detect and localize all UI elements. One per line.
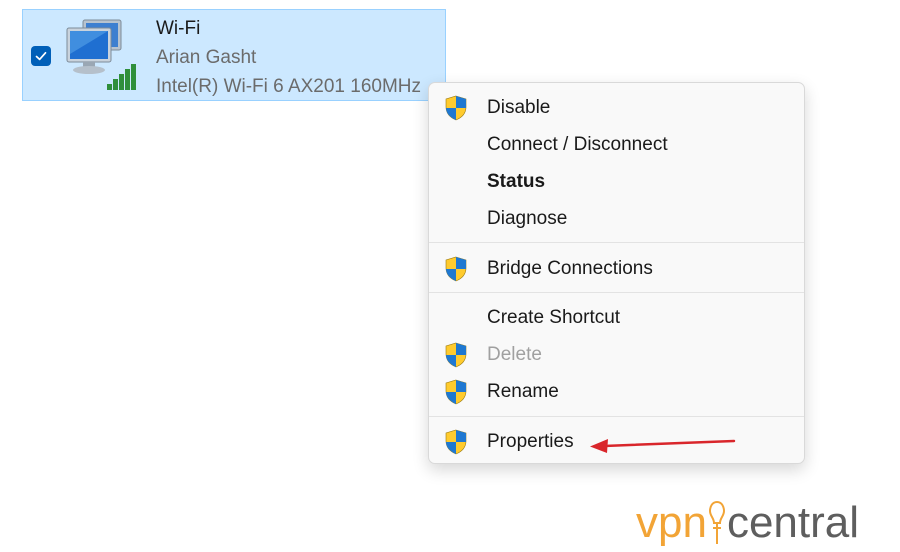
menu-item-label: Rename	[487, 381, 559, 402]
menu-item-create-shortcut[interactable]: Create Shortcut	[429, 300, 804, 336]
menu-item-label: Bridge Connections	[487, 258, 653, 279]
menu-item-label: Connect / Disconnect	[487, 134, 668, 155]
uac-shield-icon	[445, 379, 467, 405]
menu-item-status[interactable]: Status	[429, 164, 804, 200]
menu-item-label: Delete	[487, 344, 542, 365]
menu-item-disable[interactable]: Disable	[429, 90, 804, 126]
menu-item-label: Diagnose	[487, 208, 568, 229]
menu-separator	[429, 416, 804, 417]
menu-item-label: Properties	[487, 431, 574, 452]
menu-item-bridge-connections[interactable]: Bridge Connections	[429, 251, 804, 287]
uac-shield-icon	[445, 342, 467, 368]
watermark-text-central: central	[726, 498, 860, 547]
selection-checkbox[interactable]	[31, 46, 51, 66]
menu-separator	[429, 292, 804, 293]
menu-item-label: Create Shortcut	[487, 307, 621, 328]
menu-item-label: Disable	[487, 97, 551, 118]
uac-shield-icon	[445, 256, 467, 282]
adapter-device-name: Intel(R) Wi-Fi 6 AX201 160MHz	[156, 76, 422, 97]
menu-item-connect-disconnect[interactable]: Connect / Disconnect	[429, 127, 804, 163]
menu-separator	[429, 242, 804, 243]
watermark-text-vpn: vpn	[636, 498, 707, 547]
uac-shield-icon	[445, 95, 467, 121]
menu-item-delete: Delete	[429, 337, 804, 373]
vpncentral-watermark-logo: vpn central	[636, 498, 859, 548]
menu-item-label: Status	[487, 171, 546, 192]
context-menu: Disable Connect / Disconnect Status Diag…	[428, 82, 805, 464]
network-computer-signal-icon	[66, 19, 136, 90]
menu-item-rename[interactable]: Rename	[429, 374, 804, 410]
adapter-name: Wi-Fi	[156, 18, 201, 39]
adapter-network-user: Arian Gasht	[156, 47, 257, 68]
checkmark-icon	[35, 51, 47, 61]
wifi-adapter-tile[interactable]: Wi-Fi Arian Gasht Intel(R) Wi-Fi 6 AX201…	[22, 9, 446, 101]
bulb-icon	[708, 500, 725, 544]
annotation-arrow-icon	[590, 439, 736, 453]
uac-shield-icon	[445, 429, 467, 455]
menu-item-diagnose[interactable]: Diagnose	[429, 201, 804, 237]
